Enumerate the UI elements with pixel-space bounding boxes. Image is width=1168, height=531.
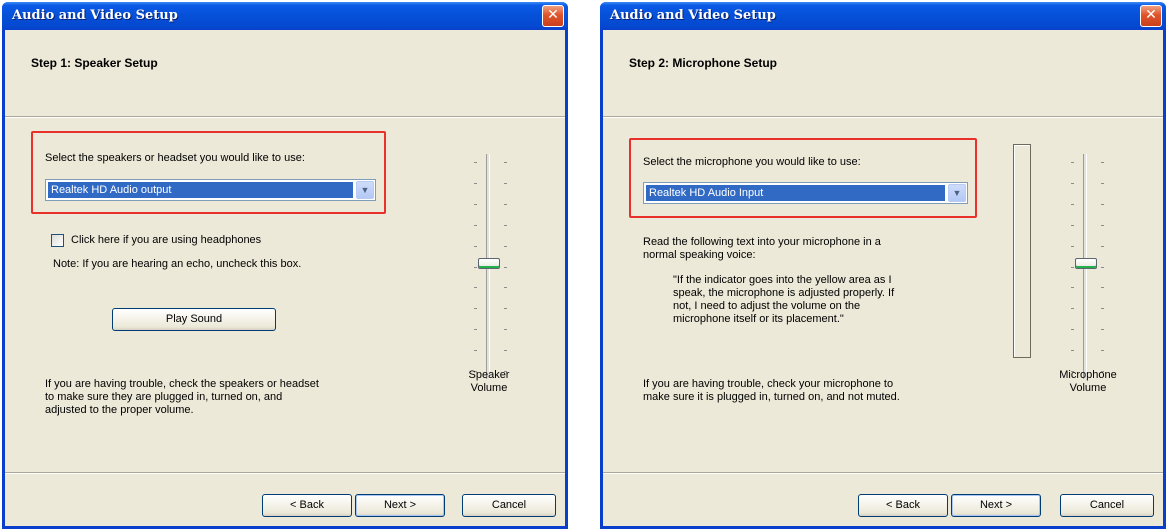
device-selection-highlight [31, 131, 386, 214]
microphone-volume-label: Microphone Volume [1059, 369, 1117, 394]
slider-tick [1071, 350, 1074, 351]
slider-tick [1071, 308, 1074, 309]
headphones-checkbox-label[interactable]: Click here if you are using headphones [71, 234, 261, 246]
close-icon: ✕ [1145, 7, 1157, 23]
slider-tick [504, 350, 507, 351]
wizard-header: Step 1: Speaker Setup [5, 30, 565, 116]
back-button[interactable]: < Back [858, 494, 948, 517]
echo-note: Note: If you are hearing an echo, unchec… [53, 258, 302, 270]
close-icon: ✕ [547, 7, 559, 23]
header-divider [5, 116, 565, 118]
slider-tick [474, 267, 477, 268]
dropdown-arrow-icon[interactable]: ▼ [948, 184, 966, 202]
cancel-button[interactable]: Cancel [1060, 494, 1154, 517]
slider-tick [1071, 287, 1074, 288]
wizard-header: Step 2: Microphone Setup [603, 30, 1163, 116]
slider-tick [504, 225, 507, 226]
play-sound-button[interactable]: Play Sound [112, 308, 276, 331]
slider-tick [1101, 308, 1104, 309]
slider-tick [504, 267, 507, 268]
speaker-volume-label: Speaker Volume [468, 369, 510, 394]
slider-tick [474, 246, 477, 247]
speaker-device-dropdown[interactable]: Realtek HD Audio output ▼ [45, 179, 376, 201]
header-divider [603, 116, 1163, 118]
slider-tick [474, 350, 477, 351]
slider-tick [504, 183, 507, 184]
footer-divider [603, 472, 1163, 474]
dropdown-arrow-icon[interactable]: ▼ [356, 181, 374, 199]
slider-tick [1101, 287, 1104, 288]
speaker-volume-slider-thumb[interactable] [478, 258, 500, 269]
slider-tick [504, 246, 507, 247]
slider-tick [1101, 267, 1104, 268]
slider-tick [1071, 329, 1074, 330]
slider-tick [504, 287, 507, 288]
microphone-volume-slider-thumb[interactable] [1075, 258, 1097, 269]
slider-tick [504, 204, 507, 205]
slider-tick [1101, 162, 1104, 163]
device-selection-highlight [629, 138, 977, 218]
next-button[interactable]: Next > [951, 494, 1041, 517]
next-button[interactable]: Next > [355, 494, 445, 517]
slider-tick [1071, 204, 1074, 205]
slider-tick [1071, 225, 1074, 226]
microphone-level-meter [1013, 144, 1031, 358]
slider-tick [1071, 162, 1074, 163]
back-button[interactable]: < Back [262, 494, 352, 517]
close-button[interactable]: ✕ [542, 5, 564, 27]
step-title: Step 2: Microphone Setup [629, 56, 778, 70]
slider-tick [504, 162, 507, 163]
title-bar[interactable]: Audio and Video Setup ✕ [2, 2, 568, 30]
slider-tick [474, 287, 477, 288]
microphone-device-dropdown[interactable]: Realtek HD Audio Input ▼ [643, 182, 968, 204]
slider-tick [1101, 225, 1104, 226]
microphone-trouble-text: If you are having trouble, check your mi… [643, 378, 900, 403]
speaker-setup-dialog: Audio and Video Setup ✕ Step 1: Speaker … [2, 2, 568, 529]
slider-tick [1101, 246, 1104, 247]
slider-tick [1101, 329, 1104, 330]
headphones-checkbox[interactable] [51, 234, 64, 247]
slider-tick [1071, 267, 1074, 268]
selected-microphone-device: Realtek HD Audio Input [646, 185, 945, 201]
selected-speaker-device: Realtek HD Audio output [48, 182, 353, 198]
microphone-instruction: Read the following text into your microp… [643, 236, 881, 261]
window-title: Audio and Video Setup [12, 8, 178, 23]
microphone-test-quote: "If the indicator goes into the yellow a… [673, 274, 895, 325]
close-button[interactable]: ✕ [1140, 5, 1162, 27]
slider-tick [1071, 246, 1074, 247]
cancel-button[interactable]: Cancel [462, 494, 556, 517]
window-title: Audio and Video Setup [610, 8, 776, 23]
slider-tick [474, 183, 477, 184]
slider-tick [474, 308, 477, 309]
slider-tick [504, 329, 507, 330]
step-title: Step 1: Speaker Setup [31, 56, 158, 70]
slider-tick [1101, 204, 1104, 205]
microphone-setup-dialog: Audio and Video Setup ✕ Step 2: Micropho… [600, 2, 1166, 529]
slider-tick [504, 308, 507, 309]
slider-tick [474, 162, 477, 163]
slider-tick [1101, 350, 1104, 351]
title-bar[interactable]: Audio and Video Setup ✕ [600, 2, 1166, 30]
microphone-select-prompt: Select the microphone you would like to … [643, 156, 861, 168]
slider-tick [474, 204, 477, 205]
speaker-trouble-text: If you are having trouble, check the spe… [45, 378, 319, 416]
speaker-select-prompt: Select the speakers or headset you would… [45, 152, 305, 164]
slider-tick [1071, 183, 1074, 184]
slider-tick [474, 225, 477, 226]
slider-tick [1101, 183, 1104, 184]
slider-tick [474, 329, 477, 330]
footer-divider [5, 472, 565, 474]
